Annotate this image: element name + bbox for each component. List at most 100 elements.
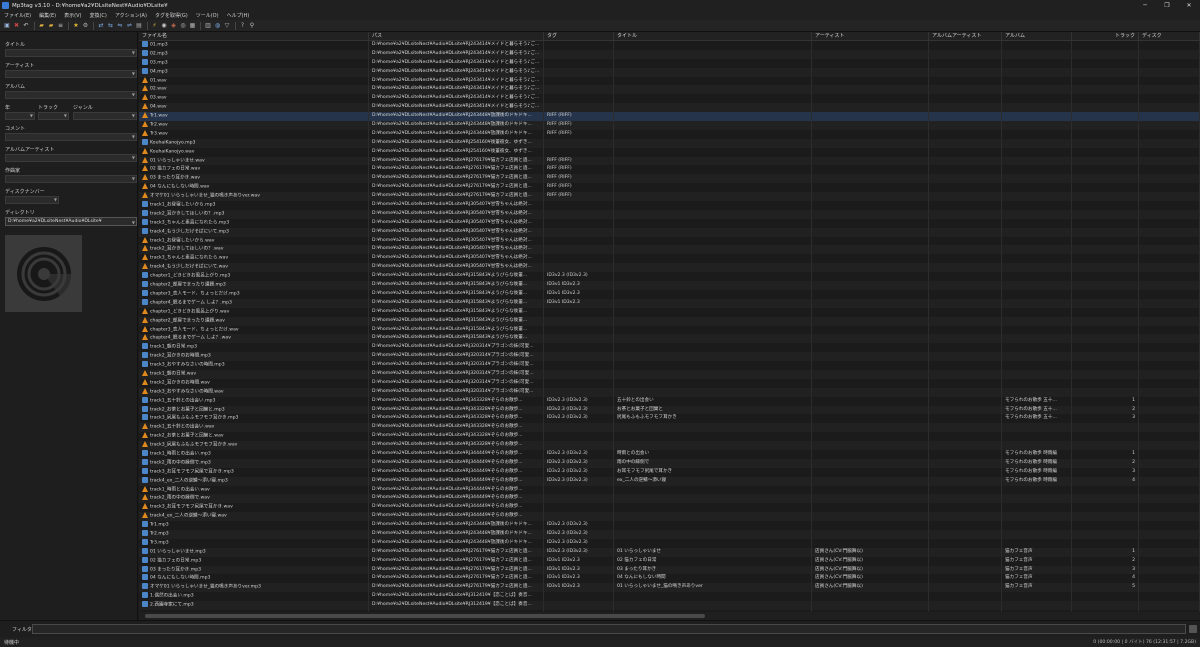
table-row[interactable]: track4_ex_二人の逆鱗～添い寝.mp3 D:¥home¥a2¥DLsite…: [139, 476, 1200, 486]
menu-item[interactable]: タグを取得(G): [155, 12, 188, 19]
table-row[interactable]: 03.mp3 D:¥home¥a2¥DLsiteNest¥Audio¥DLsite…: [139, 58, 1200, 68]
col-disc-header[interactable]: ディスク: [1139, 32, 1200, 41]
table-row[interactable]: chapter2_部屋でまったり課題.mp3 D:¥home¥a2¥DLsiteN…: [139, 281, 1200, 290]
table-row[interactable]: track3_おやすみなさいの時間.wav D:¥home¥a2¥DLsiteNe…: [139, 387, 1200, 397]
col-track-header[interactable]: トラック: [1072, 32, 1139, 41]
table-row[interactable]: track3_おやすみなさいの時間.mp3 D:¥home¥a2¥DLsiteNe…: [139, 361, 1200, 370]
discnumber-field[interactable]: ▼: [5, 196, 59, 204]
table-row[interactable]: オマケ01 いらっしゃいませ_猫の鳴き声ありver.wav D:¥home¥a2¥…: [139, 192, 1200, 202]
year-field[interactable]: ▼: [5, 112, 35, 120]
comment-field[interactable]: ▼: [5, 133, 137, 141]
table-row[interactable]: 02 猫カフェの日常.mp3 D:¥home¥a2¥DLsiteNest¥Audi…: [139, 556, 1200, 566]
directory-select[interactable]: D:¥home¥a2¥DLsiteNest¥Audio¥DLsite¥ ▼: [5, 217, 137, 226]
table-row[interactable]: track4_ex_二人の逆鱗～添い寝.wav D:¥home¥a2¥DLsite…: [139, 512, 1200, 522]
cover-art[interactable]: [5, 235, 82, 312]
col-title-header[interactable]: タイトル: [614, 32, 812, 41]
table-row[interactable]: 03 まったり耳かき.wav D:¥home¥a2¥DLsiteNest¥Audi…: [139, 174, 1200, 184]
col-album-header[interactable]: アルバム: [1002, 32, 1072, 41]
title-field[interactable]: ▼: [5, 49, 137, 57]
table-row[interactable]: track1_お昼寝したいから.wav D:¥home¥a2¥DLsiteNest…: [139, 236, 1200, 246]
table-row[interactable]: track2_耳かきしてほしいの？.wav D:¥home¥a2¥DLsiteNe…: [139, 245, 1200, 255]
table-row[interactable]: track2_雨の中の縁側で.mp3 D:¥home¥a2¥DLsiteNest¥…: [139, 458, 1200, 468]
table-row[interactable]: track1_朝の日常.mp3 D:¥home¥a2¥DLsiteNest¥Aud…: [139, 343, 1200, 353]
table-row[interactable]: Tr3.mp3 D:¥home¥a2¥DLsiteNest¥Audio¥DLsit…: [139, 538, 1200, 548]
table-row[interactable]: track2_雨の中の縁側で.wav D:¥home¥a2¥DLsiteNest¥…: [139, 494, 1200, 504]
table-row[interactable]: track3_尻尾もふもふモフモフ耳かき.mp3 D:¥home¥a2¥DLsit…: [139, 414, 1200, 424]
remove-tag-icon[interactable]: ✖: [13, 22, 21, 30]
minimize-button[interactable]: ─: [1134, 0, 1156, 11]
search-icon[interactable]: ⚲: [248, 22, 256, 30]
table-row[interactable]: Tr2.mp3 D:¥home¥a2¥DLsiteNest¥Audio¥DLsit…: [139, 529, 1200, 539]
table-row[interactable]: 2.西園寺家にて.mp3 D:¥home¥a2¥DLsiteNest¥Audio¥…: [139, 601, 1200, 610]
table-row[interactable]: 1.偶然の出会い.mp3 D:¥home¥a2¥DLsiteNest¥Audio¥…: [139, 592, 1200, 602]
table-row[interactable]: track4_もう少しだけそばにいて.mp3 D:¥home¥a2¥DLsiteN…: [139, 227, 1200, 237]
table-row[interactable]: track1_時雨との出会い.mp3 D:¥home¥a2¥DLsiteNest¥…: [139, 449, 1200, 459]
table-row[interactable]: chapter4_眠るまでゲーム しよ？.wav D:¥home¥a2¥DLsit…: [139, 334, 1200, 344]
tag-to-filename-icon[interactable]: ⇄: [97, 22, 105, 30]
tag-to-tag-icon[interactable]: ⇌: [126, 22, 134, 30]
table-row[interactable]: 04.wav D:¥home¥a2¥DLsiteNest¥Audio¥DLsite…: [139, 103, 1200, 113]
menu-item[interactable]: 編集(E): [39, 12, 56, 19]
table-row[interactable]: 04 なんにもしない時間.mp3 D:¥home¥a2¥DLsiteNest¥Au…: [139, 574, 1200, 584]
close-button[interactable]: ✕: [1178, 0, 1200, 11]
table-row[interactable]: 01 いらっしゃいませ.wav D:¥home¥a2¥DLsiteNest¥Aud…: [139, 156, 1200, 166]
favorite-icon[interactable]: ★: [72, 22, 80, 30]
table-row[interactable]: track1_朝の日常.wav D:¥home¥a2¥DLsiteNest¥Aud…: [139, 369, 1200, 379]
table-row[interactable]: chapter2_部屋でまったり課題.wav D:¥home¥a2¥DLsiteN…: [139, 316, 1200, 326]
track-field[interactable]: ▼: [38, 112, 69, 120]
maximize-button[interactable]: ❐: [1156, 0, 1178, 11]
filter-clear-icon[interactable]: [1189, 625, 1197, 633]
settings-icon[interactable]: ⚙: [82, 22, 90, 30]
table-row[interactable]: track2_お茶とお菓子と団欒と.mp3 D:¥home¥a2¥DLsiteNe…: [139, 405, 1200, 415]
discogs-icon[interactable]: ◎: [179, 22, 187, 30]
horizontal-scrollbar[interactable]: [139, 612, 1200, 620]
table-row[interactable]: オマケ01 いらっしゃいませ_猫の鳴き声ありver.mp3 D:¥home¥a2¥…: [139, 583, 1200, 593]
undo-icon[interactable]: ↶: [22, 22, 30, 30]
menu-item[interactable]: ツール(O): [196, 12, 219, 19]
table-row[interactable]: chapter4_眠るまでゲーム しよ？.mp3 D:¥home¥a2¥DLsit…: [139, 298, 1200, 308]
web-icon[interactable]: ◍: [214, 22, 222, 30]
table-row[interactable]: 03.wav D:¥home¥a2¥DLsiteNest¥Audio¥DLsite…: [139, 94, 1200, 104]
playlist-export-icon[interactable]: ▥: [204, 22, 212, 30]
col-album-artist-header[interactable]: アルバムアーティスト: [929, 32, 1002, 41]
table-row[interactable]: KouhaiKanojyo.mp3 D:¥home¥a2¥DLsiteNest¥A…: [139, 138, 1200, 148]
table-row[interactable]: track1_五十鈴との出会い.mp3 D:¥home¥a2¥DLsiteNest…: [139, 396, 1200, 406]
table-row[interactable]: 02.mp3 D:¥home¥a2¥DLsiteNest¥Audio¥DLsite…: [139, 49, 1200, 59]
table-row[interactable]: track2_耳かきしてほしいの？.mp3 D:¥home¥a2¥DLsiteNe…: [139, 209, 1200, 219]
actions-icon[interactable]: ⚡: [151, 22, 159, 30]
table-row[interactable]: 02 猫カフェの日常.wav D:¥home¥a2¥DLsiteNest¥Audi…: [139, 165, 1200, 175]
artist-field[interactable]: ▼: [5, 70, 137, 78]
menu-item[interactable]: 変換(C): [89, 12, 106, 19]
table-row[interactable]: track3_ちゃんと素直になれたら.mp3 D:¥home¥a2¥DLsiteN…: [139, 218, 1200, 228]
table-row[interactable]: track3_ちゃんと素直になれたら.wav D:¥home¥a2¥DLsiteN…: [139, 254, 1200, 264]
table-row[interactable]: Tr1.mp3 D:¥home¥a2¥DLsiteNest¥Audio¥DLsit…: [139, 521, 1200, 530]
menu-item[interactable]: 表示(V): [64, 12, 81, 19]
menu-item[interactable]: ヘルプ(H): [227, 12, 250, 19]
table-row[interactable]: chapter1_どきどきお風呂上がり.wav D:¥home¥a2¥DLsite…: [139, 307, 1200, 317]
musicbrainz-icon[interactable]: ◈: [170, 22, 178, 30]
text-file-icon[interactable]: ▤: [135, 22, 143, 30]
table-row[interactable]: chapter1_どきどきお風呂上がり.mp3 D:¥home¥a2¥DLsite…: [139, 272, 1200, 282]
table-row[interactable]: 03 まったり耳かき.mp3 D:¥home¥a2¥DLsiteNest¥Audi…: [139, 565, 1200, 575]
filter-icon[interactable]: ▽: [223, 22, 231, 30]
table-row[interactable]: track2_耳かきのお時間.mp3 D:¥home¥a2¥DLsiteNest¥…: [139, 352, 1200, 362]
help-icon[interactable]: ?: [239, 22, 247, 30]
table-row[interactable]: track3_尻尾もふもふモフモフ耳かき.wav D:¥home¥a2¥DLsit…: [139, 441, 1200, 450]
add-folder-icon[interactable]: ▰: [47, 22, 55, 30]
table-row[interactable]: 01.wav D:¥home¥a2¥DLsiteNest¥Audio¥DLsite…: [139, 76, 1200, 86]
col-artist-header[interactable]: アーティスト: [812, 32, 929, 41]
table-row[interactable]: track3_お耳モフモフ尻尾で耳かき.wav D:¥home¥a2¥DLsite…: [139, 503, 1200, 513]
table-row[interactable]: track4_もう少しだけそばにいて.wav D:¥home¥a2¥DLsiteN…: [139, 263, 1200, 273]
filename-to-tag-icon[interactable]: ⇆: [107, 22, 115, 30]
table-row[interactable]: 04 なんにもしない時間.wav D:¥home¥a2¥DLsiteNest¥Au…: [139, 183, 1200, 193]
save-icon[interactable]: ▣: [3, 22, 11, 30]
table-row[interactable]: track3_お耳モフモフ尻尾で耳かき.mp3 D:¥home¥a2¥DLsite…: [139, 467, 1200, 477]
menu-item[interactable]: アクション(A): [115, 12, 147, 19]
table-row[interactable]: Tr3.wav D:¥home¥a2¥DLsiteNest¥Audio¥DLsit…: [139, 129, 1200, 139]
album-artist-field[interactable]: ▼: [5, 154, 137, 162]
filename-to-filename-icon[interactable]: ⇋: [116, 22, 124, 30]
album-field[interactable]: ▼: [5, 91, 137, 99]
table-row[interactable]: track2_お茶とお菓子と団欒と.wav D:¥home¥a2¥DLsiteNe…: [139, 432, 1200, 442]
table-row[interactable]: 01.mp3 D:¥home¥a2¥DLsiteNest¥Audio¥DLsite…: [139, 41, 1200, 50]
table-row[interactable]: chapter3_恋人モード、ちょっとだけ.mp3 D:¥home¥a2¥DLsi…: [139, 289, 1200, 299]
